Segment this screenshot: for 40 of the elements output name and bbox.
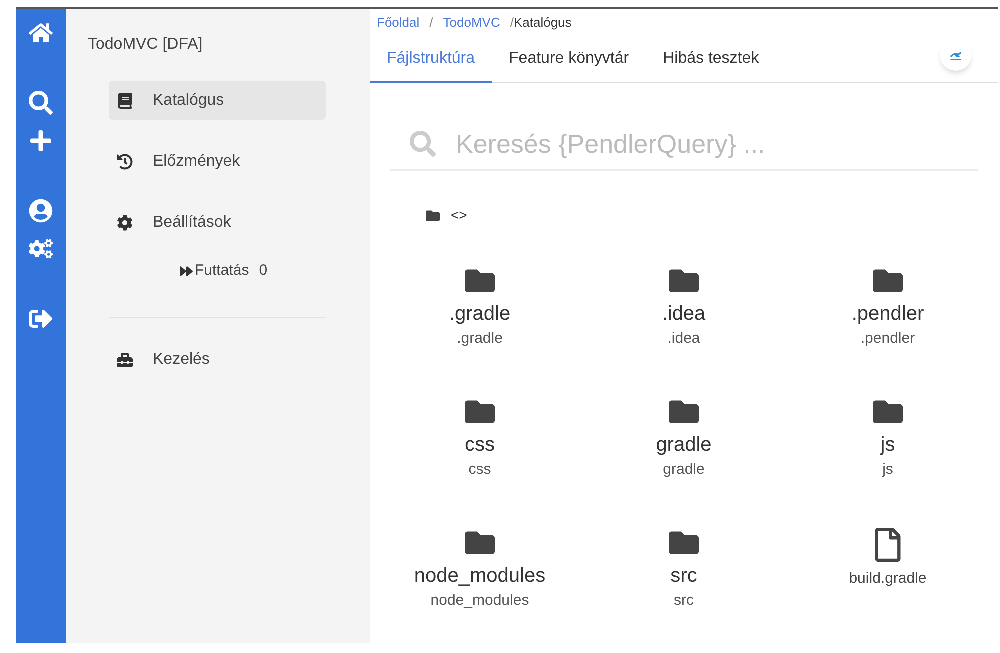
folder-item[interactable]: .gradle .gradle [378, 266, 582, 381]
folder-item[interactable]: src src [582, 528, 786, 643]
search-field[interactable]: Keresés {PendlerQuery} ... [456, 124, 978, 164]
breadcrumb-separator: / [510, 14, 514, 32]
run-button[interactable]: Futtatás 0 [178, 260, 268, 282]
sidebar-item[interactable]: Kezelés [109, 340, 326, 380]
folder-item[interactable]: js js [786, 397, 990, 512]
sidebar-item[interactable]: Katalógus [109, 81, 326, 120]
settings-icon [117, 214, 133, 230]
sign-out-icon[interactable] [29, 307, 53, 331]
tab[interactable]: Feature könyvtár [492, 37, 646, 84]
breadcrumb-link[interactable]: TodoMVC [443, 13, 500, 33]
folder-item[interactable]: css css [378, 397, 582, 512]
book-icon [117, 92, 133, 108]
file-icon [875, 528, 901, 562]
home-icon[interactable] [29, 21, 53, 45]
current-path: <> [451, 206, 468, 225]
project-title: TodoMVC [DFA] [88, 35, 204, 55]
folder-icon [425, 208, 441, 222]
gears-icon[interactable] [29, 237, 53, 261]
tab[interactable]: Fájlstruktúra [370, 37, 492, 84]
user-icon[interactable] [29, 199, 53, 223]
fast-forward-icon [178, 264, 195, 278]
sidebar-item[interactable]: Előzmények [109, 142, 326, 181]
search-icon [410, 131, 436, 158]
breadcrumb-current: Katalógus [514, 14, 572, 32]
plus-icon[interactable] [29, 129, 53, 153]
tab[interactable]: Hibás tesztek [646, 37, 776, 84]
folder-item[interactable]: .pendler .pendler [786, 266, 990, 381]
history-icon [117, 154, 133, 170]
sidebar-item[interactable]: Beállítások [109, 203, 326, 242]
folder-item[interactable]: gradle gradle [582, 397, 786, 512]
breadcrumb-separator: / [430, 14, 434, 32]
file-item[interactable]: build.gradle [786, 528, 990, 643]
breadcrumb-link[interactable]: Főoldal [377, 13, 420, 33]
toolbox-icon [117, 352, 133, 368]
search-icon[interactable] [29, 91, 53, 115]
float-button[interactable] [940, 39, 972, 72]
folder-item[interactable]: .idea .idea [582, 266, 786, 381]
folder-item[interactable]: node_modules node_modules [378, 528, 582, 643]
